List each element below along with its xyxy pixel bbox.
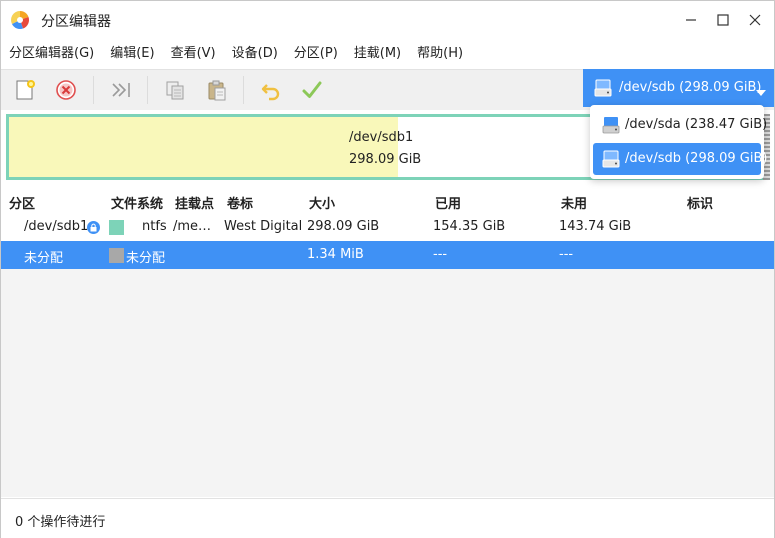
toolbar-separator bbox=[243, 76, 244, 104]
hard-disk-icon bbox=[601, 149, 621, 173]
partition-table: 分区 文件系统 挂载点 卷标 大小 已用 未用 标识 /dev/sdb1 ntf… bbox=[1, 189, 774, 497]
minimize-button[interactable] bbox=[680, 9, 702, 31]
chevron-down-icon bbox=[756, 85, 766, 100]
menu-view[interactable]: 查看(V) bbox=[163, 41, 224, 67]
menu-partition[interactable]: 分区(P) bbox=[286, 41, 346, 67]
window-title: 分区编辑器 bbox=[41, 14, 111, 30]
cell-size: 1.34 MiB bbox=[307, 247, 364, 262]
status-bar: 0 个操作待进行 bbox=[1, 498, 774, 538]
cell-mountpoint: /me… bbox=[173, 219, 212, 234]
delete-icon[interactable] bbox=[54, 78, 78, 102]
copy-icon[interactable] bbox=[163, 78, 187, 102]
maximize-button[interactable] bbox=[712, 9, 734, 31]
new-partition-icon[interactable] bbox=[13, 78, 37, 102]
device-selector-label: /dev/sdb (298.09 GiB) bbox=[619, 80, 762, 95]
graphic-partition-size: 298.09 GiB bbox=[349, 152, 422, 167]
filesystem-color-swatch bbox=[109, 220, 124, 235]
table-header: 分区 文件系统 挂载点 卷标 大小 已用 未用 标识 bbox=[1, 189, 774, 213]
app-logo-icon bbox=[10, 10, 30, 30]
graphic-partition-name: /dev/sdb1 bbox=[349, 130, 414, 145]
lock-icon bbox=[87, 221, 100, 234]
device-dropdown: /dev/sda (238.47 GiB) /dev/sdb (298.09 G… bbox=[590, 105, 767, 179]
column-used[interactable]: 已用 bbox=[435, 193, 461, 212]
paste-icon[interactable] bbox=[205, 78, 229, 102]
device-selector[interactable]: /dev/sdb (298.09 GiB) bbox=[583, 69, 774, 107]
cell-size: 298.09 GiB bbox=[307, 219, 380, 234]
column-filesystem[interactable]: 文件系统 bbox=[111, 193, 163, 212]
filesystem-color-swatch bbox=[109, 248, 124, 263]
cell-filesystem: 未分配 bbox=[126, 251, 166, 266]
window: 分区编辑器 分区编辑器(G) 编辑(E) 查看(V) 设备(D) 分区(P) 挂… bbox=[0, 0, 775, 538]
cell-used: --- bbox=[433, 247, 448, 262]
resize-move-icon[interactable] bbox=[109, 78, 133, 102]
close-button[interactable] bbox=[744, 9, 766, 31]
menu-edit[interactable]: 编辑(E) bbox=[102, 41, 162, 67]
device-option-label: /dev/sda (238.47 GiB) bbox=[625, 117, 768, 132]
title-bar: 分区编辑器 bbox=[1, 1, 774, 39]
menu-help[interactable]: 帮助(H) bbox=[409, 41, 471, 67]
hard-disk-icon bbox=[601, 115, 621, 139]
column-flags[interactable]: 标识 bbox=[687, 193, 713, 212]
cell-used: 154.35 GiB bbox=[433, 219, 506, 234]
toolbar-separator bbox=[93, 76, 94, 104]
pending-operations-status: 0 个操作待进行 bbox=[15, 515, 106, 530]
menu-gparted[interactable]: 分区编辑器(G) bbox=[1, 41, 102, 67]
table-row[interactable]: /dev/sdb1 ntfs /me… West Digital 298.09 … bbox=[1, 213, 774, 241]
used-space-bar bbox=[9, 117, 398, 177]
menu-bar: 分区编辑器(G) 编辑(E) 查看(V) 设备(D) 分区(P) 挂载(M) 帮… bbox=[1, 41, 471, 67]
column-partition[interactable]: 分区 bbox=[9, 193, 35, 212]
column-size[interactable]: 大小 bbox=[309, 193, 335, 212]
device-option-sdb[interactable]: /dev/sdb (298.09 GiB) bbox=[593, 143, 767, 175]
cell-unused: 143.74 GiB bbox=[559, 219, 632, 234]
cell-filesystem: ntfs bbox=[142, 219, 167, 234]
apply-icon[interactable] bbox=[300, 78, 324, 102]
cell-partition: 未分配 bbox=[24, 251, 64, 266]
menu-device[interactable]: 设备(D) bbox=[224, 41, 286, 67]
column-unused[interactable]: 未用 bbox=[561, 193, 587, 212]
cell-unused: --- bbox=[559, 247, 574, 262]
cell-label: West Digital bbox=[224, 219, 303, 234]
table-row-selected[interactable]: 未分配 未分配 1.34 MiB --- --- bbox=[1, 241, 774, 269]
hard-disk-icon bbox=[593, 78, 613, 102]
menu-mount[interactable]: 挂载(M) bbox=[346, 41, 409, 67]
column-mountpoint[interactable]: 挂载点 bbox=[175, 193, 214, 212]
toolbar-separator bbox=[147, 76, 148, 104]
device-option-sda[interactable]: /dev/sda (238.47 GiB) bbox=[593, 109, 767, 141]
cell-partition: /dev/sdb1 bbox=[24, 219, 89, 234]
column-label[interactable]: 卷标 bbox=[227, 193, 253, 212]
device-option-label: /dev/sdb (298.09 GiB) bbox=[625, 151, 768, 166]
undo-icon[interactable] bbox=[259, 78, 283, 102]
